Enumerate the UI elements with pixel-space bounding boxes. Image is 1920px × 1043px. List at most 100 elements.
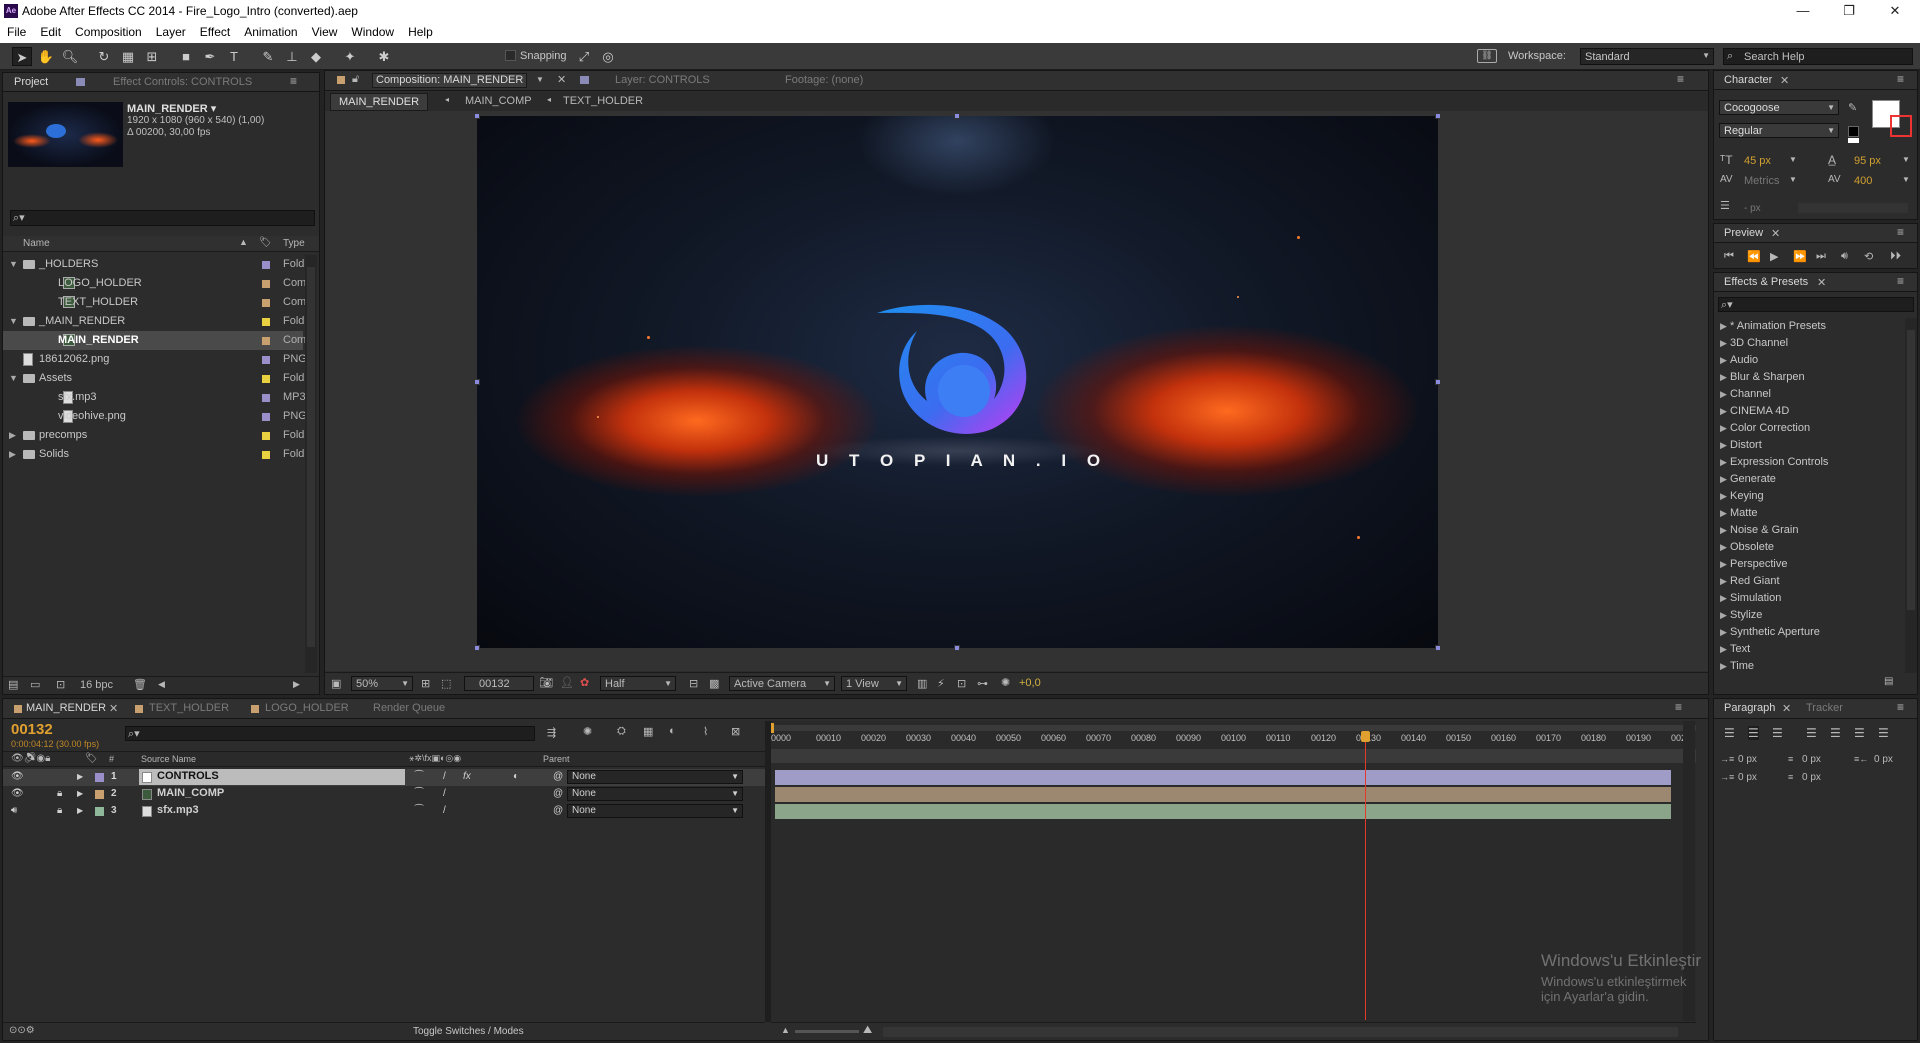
- transparency-grid-icon[interactable]: ▩: [709, 677, 719, 690]
- visibility-toggle-icon[interactable]: 👁︎: [11, 771, 24, 782]
- panel-menu-icon[interactable]: ≡: [1897, 274, 1904, 288]
- new-composition-icon[interactable]: ⊡: [56, 678, 65, 691]
- menu-file[interactable]: File: [0, 22, 33, 39]
- project-item[interactable]: sfx.mp3 MP3: [3, 388, 306, 407]
- camera-select[interactable]: Active Camera ▼: [729, 676, 835, 691]
- collapsed-arrow-icon[interactable]: ▶: [77, 772, 83, 781]
- effect-category[interactable]: ▶ * Animation Presets: [1714, 318, 1910, 335]
- flowchart-icon[interactable]: ⊶: [977, 677, 988, 690]
- draft-3d-icon[interactable]: ✺: [583, 725, 592, 738]
- zoom-tool-icon[interactable]: 🔍︎: [60, 47, 80, 66]
- effect-category[interactable]: ▶ Expression Controls: [1714, 454, 1910, 471]
- eraser-tool-icon[interactable]: ◆: [306, 47, 326, 66]
- chevron-down-icon[interactable]: ▼: [536, 75, 544, 84]
- menu-composition[interactable]: Composition: [68, 22, 149, 39]
- column-type[interactable]: Type: [283, 238, 305, 249]
- composition-frame[interactable]: U T O P I A N . I O: [477, 116, 1438, 648]
- pen-tool-icon[interactable]: ✒: [200, 47, 220, 66]
- effect-category[interactable]: ▶ Obsolete: [1714, 539, 1910, 556]
- layer-row[interactable]: 👁︎ ▶ 1 CONTROLS ⁀ / fx ◐ @ None ▼: [3, 769, 765, 786]
- effect-category[interactable]: ▶ Color Correction: [1714, 420, 1910, 437]
- puppet-pin-tool-icon[interactable]: ✱: [374, 47, 394, 66]
- collapsed-arrow-icon[interactable]: ▶: [1720, 372, 1727, 383]
- expanded-arrow-icon[interactable]: ▼: [9, 373, 18, 383]
- expanded-arrow-icon[interactable]: ▼: [9, 316, 18, 326]
- panel-menu-icon[interactable]: ≡: [1897, 72, 1904, 86]
- effect-category[interactable]: ▶ Audio: [1714, 352, 1910, 369]
- timeline-current-time[interactable]: 00132: [11, 721, 53, 738]
- stroke-color-swatch[interactable]: [1890, 115, 1912, 137]
- label-column-icon[interactable]: 🏷︎: [259, 237, 272, 248]
- tracking-value[interactable]: 400: [1854, 175, 1872, 187]
- region-of-interest-icon[interactable]: ⬚: [441, 677, 451, 690]
- close-tab-icon[interactable]: ✕: [109, 702, 118, 715]
- effect-category[interactable]: ▶ Simulation: [1714, 590, 1910, 607]
- tab-paragraph[interactable]: Paragraph: [1724, 702, 1775, 714]
- tab-composition[interactable]: Composition: MAIN_RENDER: [372, 73, 528, 88]
- hand-tool-icon[interactable]: ✋: [36, 47, 56, 66]
- project-item[interactable]: 18612062.png PNG: [3, 350, 307, 369]
- brainstorm-icon[interactable]: ⊠: [731, 725, 740, 738]
- panel-menu-icon[interactable]: ≡: [1897, 700, 1904, 714]
- collapsed-arrow-icon[interactable]: ▶: [1720, 321, 1727, 332]
- label-color-swatch[interactable]: [262, 451, 270, 459]
- project-item[interactable]: ▼ _HOLDERS Fold: [3, 255, 304, 274]
- panel-menu-icon[interactable]: ≡: [1677, 72, 1684, 86]
- chevron-down-icon[interactable]: ▼: [1789, 175, 1797, 184]
- lock-icon[interactable]: 🔓︎: [352, 73, 359, 86]
- close-tab-icon[interactable]: ✕: [1771, 227, 1780, 240]
- font-family-select[interactable]: Cocogoose ▼: [1719, 100, 1839, 115]
- collapsed-arrow-icon[interactable]: ▶: [1720, 559, 1727, 570]
- panel-menu-icon[interactable]: ≡: [290, 74, 297, 88]
- indent-right-value[interactable]: 0 px: [1874, 754, 1893, 765]
- comp-marker-bar[interactable]: [771, 749, 1696, 763]
- project-item[interactable]: ▼ Assets Fold: [3, 369, 304, 388]
- pan-behind-tool-icon[interactable]: ⊞: [142, 47, 162, 66]
- collapsed-arrow-icon[interactable]: ▶: [1720, 338, 1727, 349]
- label-color-swatch[interactable]: [262, 356, 270, 364]
- project-item[interactable]: ▼ _MAIN_RENDER Fold: [3, 312, 304, 331]
- audio-icon[interactable]: 🔊︎: [1841, 250, 1848, 263]
- chevron-down-icon[interactable]: ▼: [1902, 155, 1910, 164]
- font-size-value[interactable]: 45 px: [1744, 155, 1771, 167]
- tab-render-queue[interactable]: Render Queue: [373, 702, 445, 714]
- zoom-in-icon[interactable]: ⛰: [863, 1024, 872, 1037]
- graph-editor-icon[interactable]: ⌇: [703, 725, 708, 738]
- close-button[interactable]: ✕: [1872, 0, 1918, 22]
- effect-category[interactable]: ▶ Keying: [1714, 488, 1910, 505]
- snap-options-icon[interactable]: ⤢: [574, 47, 594, 66]
- first-line-indent-value[interactable]: 0 px: [1738, 772, 1757, 783]
- label-color-swatch[interactable]: [262, 337, 270, 345]
- layer-label-color[interactable]: [95, 807, 104, 816]
- tab-character[interactable]: Character: [1724, 74, 1772, 86]
- exposure-icon[interactable]: ✺: [1001, 676, 1010, 689]
- search-help-input[interactable]: ⌕ Search Help: [1723, 48, 1913, 65]
- loop-icon[interactable]: ⟲: [1864, 250, 1873, 263]
- layer-name[interactable]: sfx.mp3: [157, 804, 199, 816]
- shy-switch-icon[interactable]: ⁀: [415, 805, 423, 816]
- effect-category[interactable]: ▶ Noise & Grain: [1714, 522, 1910, 539]
- safe-zones-icon[interactable]: ⊞: [421, 677, 430, 690]
- frame-blending-icon[interactable]: ▦: [643, 725, 653, 738]
- menu-window[interactable]: Window: [344, 22, 401, 39]
- pick-whip-icon[interactable]: @: [553, 805, 563, 816]
- collapsed-arrow-icon[interactable]: ▶: [1720, 576, 1727, 587]
- collapsed-arrow-icon[interactable]: ▶: [1720, 491, 1727, 502]
- collapsed-arrow-icon[interactable]: ▶: [1720, 457, 1727, 468]
- playhead[interactable]: [1361, 731, 1370, 1020]
- collapsed-arrow-icon[interactable]: ▶: [1720, 423, 1727, 434]
- zoom-slider[interactable]: [795, 1030, 859, 1033]
- layer-duration-bar[interactable]: [775, 787, 1671, 802]
- layer-duration-bar[interactable]: [775, 770, 1671, 785]
- project-item[interactable]: MAIN_RENDER Com: [3, 331, 306, 350]
- scrollbar-thumb[interactable]: [307, 267, 315, 647]
- play-icon[interactable]: ▶: [1770, 250, 1778, 263]
- clone-stamp-tool-icon[interactable]: ⊥: [282, 47, 302, 66]
- eyedropper-icon[interactable]: ✎: [1848, 101, 1857, 114]
- transform-handle[interactable]: [954, 113, 960, 119]
- previous-frame-icon[interactable]: ⏪: [1747, 250, 1761, 263]
- leading-value[interactable]: 95 px: [1854, 155, 1881, 167]
- parent-select[interactable]: None ▼: [567, 787, 743, 801]
- justify-right-icon[interactable]: ☰: [1854, 726, 1865, 740]
- fast-previews-icon[interactable]: ⊟: [689, 677, 698, 690]
